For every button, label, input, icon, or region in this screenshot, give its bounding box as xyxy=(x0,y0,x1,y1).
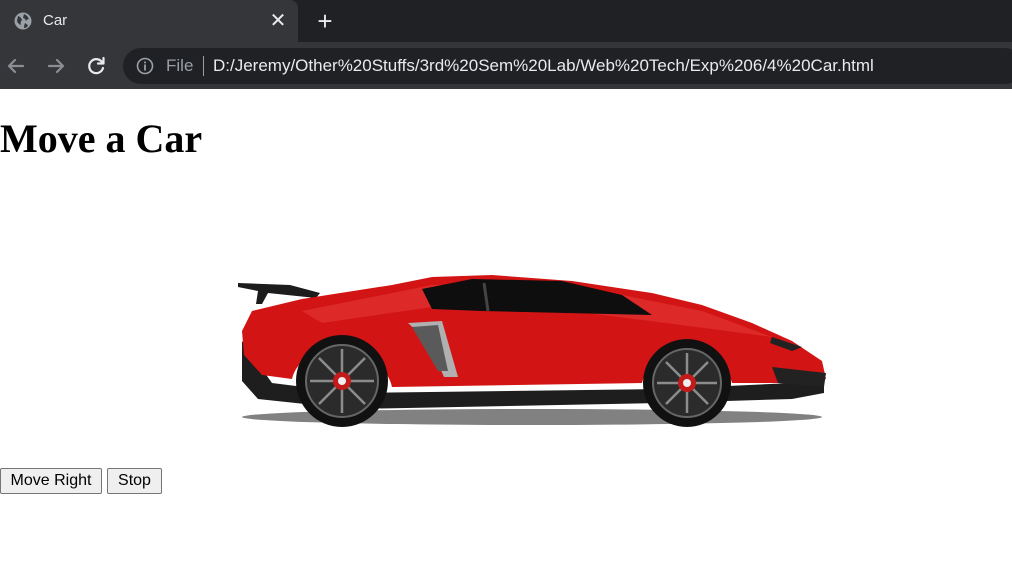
url-scheme-label: File xyxy=(166,56,194,75)
new-tab-button[interactable]: + xyxy=(311,7,339,35)
info-icon[interactable] xyxy=(135,56,155,76)
forward-arrow-icon[interactable] xyxy=(42,52,70,80)
address-bar[interactable]: File D:/Jeremy/Other%20Stuffs/3rd%20Sem%… xyxy=(123,48,1012,84)
page-title: Move a Car xyxy=(0,116,203,161)
page-content: Move a Car Move Right Stop xyxy=(0,89,1012,580)
tab-strip: Car ✕ + xyxy=(0,0,1012,42)
move-right-button[interactable]: Move Right xyxy=(0,468,102,494)
url-text[interactable]: D:/Jeremy/Other%20Stuffs/3rd%20Sem%20Lab… xyxy=(213,56,874,76)
tab-title: Car xyxy=(43,12,68,29)
car-image xyxy=(238,275,826,427)
stop-button[interactable]: Stop xyxy=(107,468,162,494)
back-arrow-icon[interactable] xyxy=(2,52,30,80)
browser-tab[interactable]: Car ✕ xyxy=(0,0,298,42)
address-separator xyxy=(203,56,204,76)
reload-icon[interactable] xyxy=(82,52,110,80)
browser-toolbar: File D:/Jeremy/Other%20Stuffs/3rd%20Sem%… xyxy=(0,42,1012,89)
close-tab-icon[interactable]: ✕ xyxy=(266,9,290,33)
globe-icon xyxy=(14,12,32,30)
